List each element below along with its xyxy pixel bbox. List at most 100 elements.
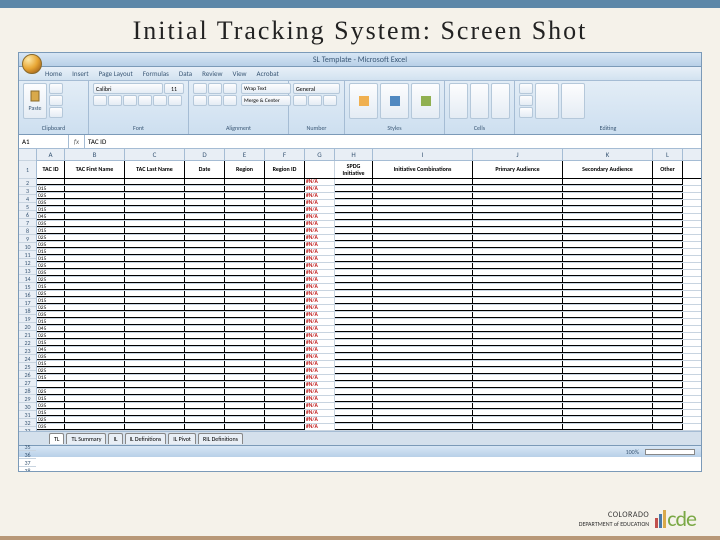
- cell[interactable]: [473, 249, 563, 255]
- cell[interactable]: #N/A: [305, 298, 335, 304]
- cell[interactable]: [563, 326, 653, 332]
- cell[interactable]: [265, 200, 305, 206]
- cell[interactable]: [335, 347, 373, 353]
- cell[interactable]: [225, 235, 265, 241]
- row-header[interactable]: 6: [19, 211, 36, 219]
- cell[interactable]: [473, 410, 563, 416]
- row-header[interactable]: 27: [19, 379, 36, 387]
- cell[interactable]: #N/A: [305, 312, 335, 318]
- cell[interactable]: [653, 186, 683, 192]
- border-button[interactable]: [138, 95, 152, 106]
- cell[interactable]: [185, 368, 225, 374]
- cell[interactable]: [65, 277, 125, 283]
- cell[interactable]: [473, 333, 563, 339]
- cell[interactable]: [563, 333, 653, 339]
- cell[interactable]: [265, 277, 305, 283]
- cell[interactable]: [265, 186, 305, 192]
- cell[interactable]: [185, 207, 225, 213]
- cell[interactable]: [653, 382, 683, 388]
- row-header[interactable]: 19: [19, 315, 36, 323]
- cell[interactable]: [37, 382, 65, 388]
- cell[interactable]: [65, 368, 125, 374]
- cell[interactable]: 015: [37, 340, 65, 346]
- cell[interactable]: 015: [37, 410, 65, 416]
- cell[interactable]: [225, 207, 265, 213]
- font-name-select[interactable]: Calibri: [93, 83, 163, 94]
- cell[interactable]: [185, 270, 225, 276]
- cell[interactable]: [265, 214, 305, 220]
- cell[interactable]: [225, 305, 265, 311]
- cell[interactable]: [335, 214, 373, 220]
- cell[interactable]: [65, 214, 125, 220]
- font-color-button[interactable]: [168, 95, 182, 106]
- cell[interactable]: [563, 221, 653, 227]
- cell[interactable]: [473, 228, 563, 234]
- cell[interactable]: [653, 242, 683, 248]
- cell[interactable]: [473, 340, 563, 346]
- cell[interactable]: [125, 284, 185, 290]
- cell[interactable]: #N/A: [305, 263, 335, 269]
- tab-page-layout[interactable]: Page Layout: [99, 69, 133, 78]
- cell[interactable]: [335, 382, 373, 388]
- cell[interactable]: [335, 284, 373, 290]
- percent-button[interactable]: [308, 95, 322, 106]
- cell[interactable]: [563, 368, 653, 374]
- cell[interactable]: [185, 382, 225, 388]
- cell[interactable]: [473, 270, 563, 276]
- header-cell[interactable]: Secondary Audience: [563, 161, 653, 178]
- row-header[interactable]: 31: [19, 411, 36, 419]
- cell[interactable]: [653, 193, 683, 199]
- cell[interactable]: [185, 389, 225, 395]
- cell[interactable]: #N/A: [305, 179, 335, 185]
- cell[interactable]: [125, 207, 185, 213]
- cell[interactable]: [125, 389, 185, 395]
- cell[interactable]: [65, 256, 125, 262]
- cell[interactable]: [225, 389, 265, 395]
- cell[interactable]: [473, 263, 563, 269]
- cell[interactable]: #N/A: [305, 277, 335, 283]
- cell[interactable]: [225, 410, 265, 416]
- cell[interactable]: [65, 396, 125, 402]
- cell[interactable]: 015: [37, 256, 65, 262]
- cell[interactable]: [65, 179, 125, 185]
- cell[interactable]: [125, 305, 185, 311]
- cell[interactable]: [65, 312, 125, 318]
- cell[interactable]: [185, 242, 225, 248]
- header-cell[interactable]: TAC First Name: [65, 161, 125, 178]
- col-header[interactable]: G: [305, 149, 335, 160]
- cell[interactable]: #N/A: [305, 207, 335, 213]
- cell[interactable]: [473, 368, 563, 374]
- cell[interactable]: [225, 249, 265, 255]
- cell[interactable]: [65, 242, 125, 248]
- cell[interactable]: [653, 235, 683, 241]
- cell[interactable]: [563, 410, 653, 416]
- cell[interactable]: [473, 312, 563, 318]
- cell[interactable]: [373, 361, 473, 367]
- cell[interactable]: [335, 312, 373, 318]
- cell[interactable]: [225, 256, 265, 262]
- cell[interactable]: [185, 396, 225, 402]
- autosum-button[interactable]: [519, 83, 533, 94]
- cell[interactable]: [125, 235, 185, 241]
- cell[interactable]: [563, 235, 653, 241]
- cell[interactable]: [125, 270, 185, 276]
- cell[interactable]: [335, 179, 373, 185]
- fx-icon[interactable]: fx: [69, 135, 85, 148]
- cell[interactable]: [185, 277, 225, 283]
- cell[interactable]: [265, 368, 305, 374]
- cell[interactable]: [65, 305, 125, 311]
- cell[interactable]: [125, 277, 185, 283]
- cell[interactable]: [473, 347, 563, 353]
- row-header[interactable]: 30: [19, 403, 36, 411]
- cell[interactable]: [373, 298, 473, 304]
- cell[interactable]: [473, 277, 563, 283]
- cell[interactable]: [373, 207, 473, 213]
- col-header[interactable]: H: [335, 149, 373, 160]
- cell[interactable]: [125, 361, 185, 367]
- cell[interactable]: [225, 354, 265, 360]
- cell[interactable]: [185, 235, 225, 241]
- cell[interactable]: [225, 214, 265, 220]
- currency-button[interactable]: [293, 95, 307, 106]
- row-header[interactable]: 13: [19, 267, 36, 275]
- cell[interactable]: [65, 417, 125, 423]
